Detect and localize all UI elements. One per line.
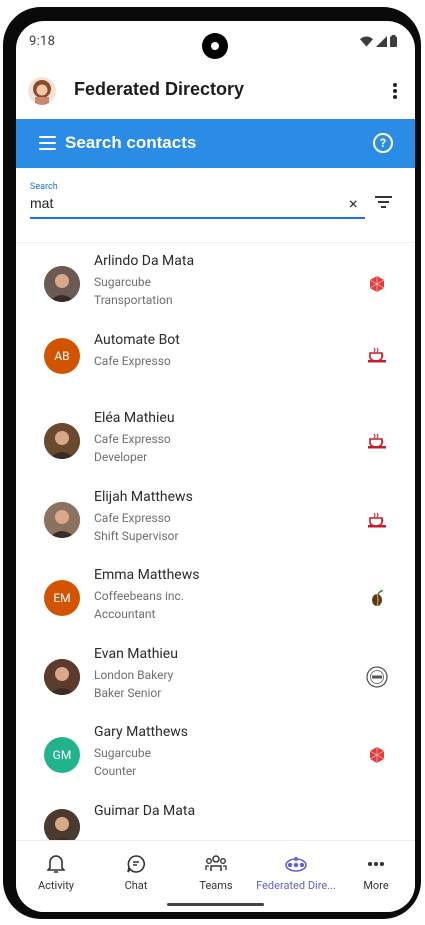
contact-avatar: AB: [44, 337, 80, 374]
nav-teams-label: Teams: [199, 879, 233, 892]
nav-teams[interactable]: Teams: [176, 853, 256, 892]
contact-avatar: [44, 423, 80, 459]
menu-icon[interactable]: [39, 136, 56, 150]
wifi-icon: [360, 36, 373, 47]
contact-initials: GM: [52, 748, 72, 762]
search-header-title: Search contacts: [65, 133, 197, 152]
contact-avatar: [44, 501, 80, 538]
status-icons: [360, 35, 397, 47]
federated-directory-icon: [285, 857, 307, 872]
bottom-nav: Activity Chat Teams Federated Dire... Mo…: [16, 840, 415, 912]
teams-icon: [205, 855, 227, 871]
search-field-label: Search: [30, 182, 58, 192]
nav-activity[interactable]: Activity: [16, 853, 96, 892]
organization-logo-icon: [366, 273, 388, 295]
contact-row[interactable]: Arlindo Da Mata Sugarcube Transportation: [16, 243, 415, 322]
app-title: Federated Directory: [74, 79, 245, 99]
contact-role: Accountant: [94, 607, 156, 621]
contact-row[interactable]: AB Automate Bot Cafe Expresso: [16, 322, 415, 401]
contact-name: Automate Bot: [94, 331, 180, 348]
nav-activity-label: Activity: [37, 879, 74, 892]
search-header: Search contacts ?: [16, 119, 415, 168]
contact-row[interactable]: Elijah Matthews Cafe Expresso Shift Supe…: [16, 479, 415, 558]
contact-company: Coffeebeans inc.: [94, 589, 184, 603]
battery-icon: [390, 35, 397, 47]
contact-company: Sugarcube: [94, 746, 151, 760]
clear-icon[interactable]: ×: [349, 196, 358, 212]
app-bar: Federated Directory: [16, 69, 415, 119]
filter-icon[interactable]: [375, 196, 392, 208]
contact-role: Baker Senior: [94, 685, 162, 700]
contact-name: Evan Mathieu: [94, 645, 178, 662]
contact-name: Gary Matthews: [94, 724, 188, 740]
search-area: Search ×: [16, 168, 415, 243]
phone-frame: 9:18 Federated Directory Search contacts…: [3, 7, 421, 919]
nav-chat-label: Chat: [124, 879, 148, 892]
screen: 9:18 Federated Directory Search contacts…: [16, 21, 415, 912]
status-time: 9:18: [29, 34, 56, 49]
status-bar: 9:18: [16, 21, 415, 69]
contact-avatar: [44, 658, 80, 695]
contact-initials: EM: [53, 591, 71, 605]
nav-federated-directory[interactable]: Federated Dire...: [256, 853, 336, 892]
contact-row[interactable]: GM Gary Matthews Sugarcube Counter: [16, 714, 415, 793]
more-options-icon[interactable]: [391, 79, 399, 103]
contact-company: Sugarcube: [94, 275, 151, 289]
organization-logo-icon: [366, 344, 388, 366]
contact-company: Cafe Expresso: [94, 510, 171, 525]
nav-more-label: More: [363, 879, 389, 892]
user-avatar[interactable]: [28, 77, 56, 105]
contact-company: Cafe Expresso: [94, 353, 171, 368]
signal-icon: [376, 35, 387, 47]
search-underline: [30, 217, 365, 219]
contact-avatar: GM: [44, 737, 80, 773]
camera-cutout: [202, 33, 228, 59]
organization-logo-icon: [366, 744, 388, 766]
organization-logo-icon: [366, 665, 388, 688]
contact-role: Developer: [94, 450, 148, 464]
contact-avatar: [44, 266, 80, 302]
contact-name: Arlindo Da Mata: [94, 253, 195, 269]
contact-row[interactable]: EM Emma Matthews Coffeebeans inc. Accoun…: [16, 557, 415, 636]
organization-logo-icon: [366, 509, 388, 531]
nav-more[interactable]: More: [336, 853, 415, 892]
contact-initials: AB: [54, 348, 70, 363]
chat-icon: [127, 855, 145, 873]
contact-company: London Bakery: [94, 667, 174, 682]
contact-row[interactable]: Evan Mathieu London Bakery Baker Senior: [16, 636, 415, 715]
contact-name: Elijah Matthews: [94, 488, 193, 505]
contact-row[interactable]: Eléa Mathieu Cafe Expresso Developer: [16, 400, 415, 479]
nav-chat[interactable]: Chat: [96, 853, 176, 892]
contact-avatar: EM: [44, 580, 80, 616]
organization-logo-icon: [366, 430, 388, 452]
home-indicator[interactable]: [167, 903, 264, 906]
help-icon[interactable]: ?: [373, 133, 393, 153]
contact-name: Emma Matthews: [94, 567, 200, 583]
bell-icon: [47, 855, 65, 873]
nav-federated-directory-label: Federated Dire...: [256, 879, 336, 892]
contact-company: Cafe Expresso: [94, 432, 171, 446]
contact-role: Counter: [94, 764, 137, 778]
search-input[interactable]: [30, 195, 330, 211]
more-icon: [368, 862, 384, 866]
contact-role: Shift Supervisor: [94, 528, 179, 543]
contact-name: Eléa Mathieu: [94, 410, 175, 426]
contact-list: Arlindo Da Mata Sugarcube Transportation…: [16, 243, 415, 840]
contact-name: Guimar Da Mata: [94, 802, 196, 819]
contact-role: Transportation: [94, 293, 173, 307]
contact-row[interactable]: Guimar Da Mata: [16, 793, 415, 840]
contact-avatar: [44, 808, 80, 840]
organization-logo-icon: [366, 587, 388, 609]
